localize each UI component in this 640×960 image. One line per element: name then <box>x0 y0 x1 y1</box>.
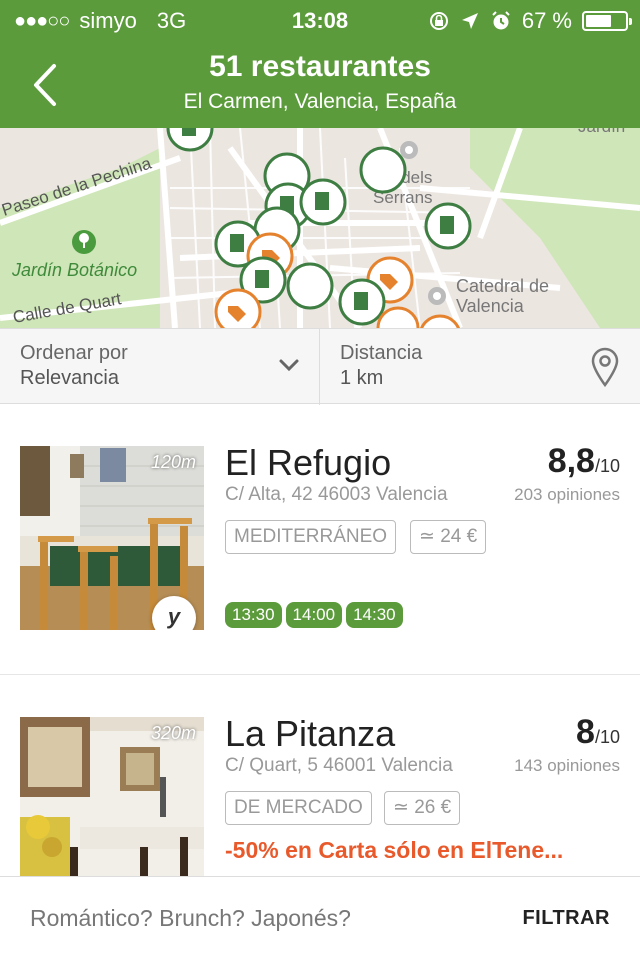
map-marker-orange[interactable] <box>214 288 262 328</box>
rating-value: 8,8 <box>547 442 595 480</box>
map-marker-green[interactable] <box>338 278 386 326</box>
review-count: 203 opiniones <box>514 485 620 504</box>
price-tag: ≃ 24 € <box>410 520 487 554</box>
distance-value: 1 km <box>340 367 384 389</box>
poi-pin-catedral <box>428 287 446 305</box>
map-label-jardin-top: Jardín <box>578 128 625 136</box>
cuisine-tag: DE MERCADO <box>225 791 372 825</box>
map-marker-empty[interactable] <box>359 146 407 194</box>
restaurant-card[interactable]: 320m La Pitanza C/ Quart, 5 46001 Valenc… <box>0 675 640 876</box>
restaurant-name[interactable]: La Pitanza <box>225 713 395 755</box>
map-label-catedral-a: Catedral de <box>456 276 549 296</box>
restaurant-photo[interactable]: 320m <box>20 717 204 876</box>
time-slot-button[interactable]: 14:30 <box>346 602 403 628</box>
top-bar: ●●●○○ simyo 3G 13:08 67 % 51 restaurante… <box>0 0 640 128</box>
alarm-icon <box>492 11 510 30</box>
cuisine-tag: MEDITERRÁNEO <box>225 520 397 554</box>
price-tag: ≃ 26 € <box>384 791 461 825</box>
rating-value: 8 <box>576 713 595 751</box>
map-marker-green[interactable] <box>424 202 472 250</box>
location-arrow-icon <box>461 13 478 29</box>
search-input[interactable]: Romántico? Brunch? Japonés? <box>30 905 351 932</box>
promo-text[interactable]: -50% en Carta sólo en ElTene... <box>225 837 563 864</box>
rating-max: /10 <box>594 727 620 747</box>
filter-button[interactable]: FILTRAR <box>522 907 610 930</box>
sort-value: Relevancia <box>20 367 119 389</box>
rating: 8/10 <box>576 713 620 752</box>
map-label-catedral-b: Valencia <box>456 296 525 316</box>
time-slot-button[interactable]: 13:30 <box>225 602 282 628</box>
park-tree-icon <box>72 230 96 254</box>
map-marker-green[interactable] <box>299 178 347 226</box>
rating: 8,8/10 <box>548 442 620 481</box>
time-slot-button[interactable]: 14:00 <box>285 602 343 628</box>
time-slots: 13:30 14:00 14:30 <box>225 602 403 628</box>
map-marker-empty[interactable] <box>286 262 334 310</box>
location-subtitle: El Carmen, Valencia, España <box>183 90 457 113</box>
poi-pin-serrans <box>400 141 418 159</box>
filter-bar: Ordenar por Relevancia Distancia 1 km <box>0 328 640 405</box>
status-bar: ●●●○○ simyo 3G 13:08 67 % <box>0 8 640 36</box>
rating-max: /10 <box>594 456 620 476</box>
restaurants-map[interactable]: Paseo de la Pechina Jardín Botánico Call… <box>0 128 640 328</box>
page-title: 51 restaurantes <box>209 50 431 83</box>
map-label-jardin: Jardín Botánico <box>11 260 137 280</box>
battery-icon <box>582 11 632 31</box>
restaurant-name[interactable]: El Refugio <box>225 442 391 484</box>
sort-label: Ordenar por <box>20 342 128 364</box>
distance-label: Distancia <box>340 342 423 364</box>
location-pin-icon[interactable] <box>590 347 620 387</box>
distance-badge: 320m <box>150 723 196 743</box>
rotation-lock-icon <box>429 12 448 30</box>
sort-selector[interactable]: Ordenar por Relevancia <box>0 329 319 405</box>
bottom-search-bar: Romántico? Brunch? Japonés? FILTRAR <box>0 876 640 960</box>
restaurant-card[interactable]: 120m y El Refugio C/ Alta, 42 46003 Vale… <box>0 404 640 674</box>
review-count: 143 opiniones <box>514 756 620 775</box>
restaurant-address: C/ Quart, 5 46001 Valencia <box>225 755 453 776</box>
restaurant-photo[interactable]: 120m y <box>20 446 204 630</box>
chevron-down-icon[interactable] <box>278 357 300 373</box>
battery-percent: 67 % <box>521 8 572 33</box>
distance-badge: 120m <box>150 452 196 472</box>
restaurant-address: C/ Alta, 42 46003 Valencia <box>225 484 448 505</box>
